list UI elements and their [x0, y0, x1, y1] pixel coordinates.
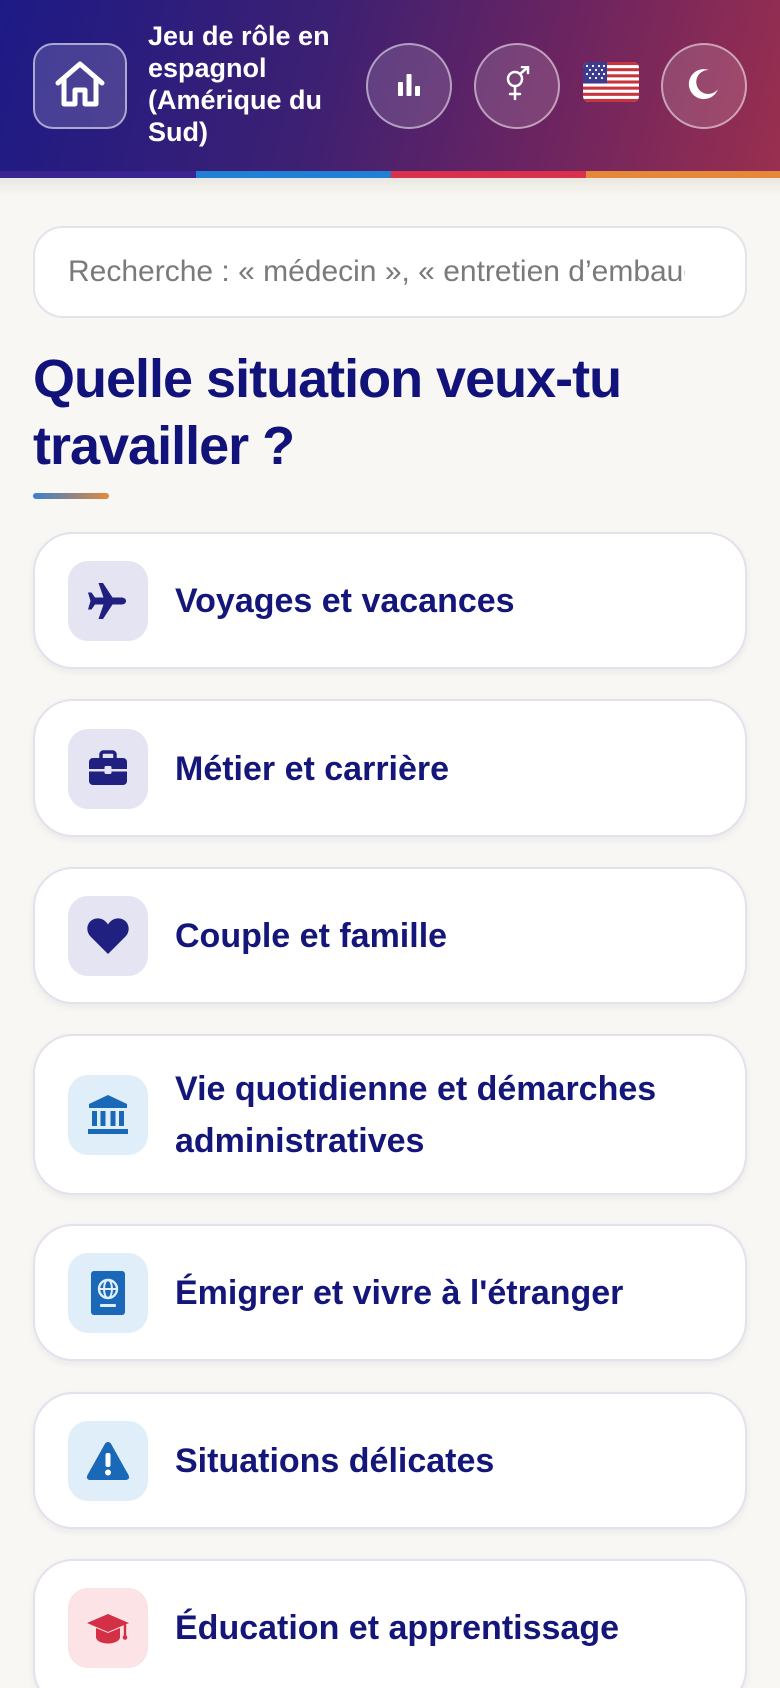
header-shadow — [0, 178, 780, 196]
stats-button[interactable] — [366, 43, 452, 129]
warning-icon — [86, 1442, 130, 1480]
category-card-delicate[interactable]: Situations délicates — [33, 1392, 747, 1529]
gender-icon — [502, 65, 532, 107]
category-label: Voyages et vacances — [175, 582, 515, 620]
category-label: Situations délicates — [175, 1442, 495, 1480]
category-card-daily-life[interactable]: Vie quotidienne et démarches administrat… — [33, 1034, 747, 1195]
icon-box — [68, 1421, 148, 1501]
icon-box — [68, 561, 148, 641]
category-card-career[interactable]: Métier et carrière — [33, 699, 747, 837]
category-label: Métier et carrière — [175, 750, 450, 788]
icon-box — [68, 896, 148, 976]
passport-icon — [91, 1271, 125, 1315]
title-underline — [33, 493, 109, 499]
header-stripe — [196, 171, 391, 178]
app-title: Jeu de rôle en espagnol (Amérique du Sud… — [148, 21, 330, 147]
category-card-emigrate[interactable]: Émigrer et vivre à l'étranger — [33, 1224, 747, 1361]
header-stripe — [391, 171, 586, 178]
category-label: Couple et famille — [175, 917, 448, 955]
airplane-icon — [88, 583, 126, 619]
theme-toggle-button[interactable] — [661, 43, 747, 129]
graduation-cap-icon — [87, 1614, 129, 1644]
category-card-family[interactable]: Couple et famille — [33, 867, 747, 1004]
category-card-education[interactable]: Éducation et apprentissage — [33, 1559, 747, 1688]
home-icon — [53, 59, 107, 114]
icon-box — [68, 729, 148, 809]
header-stripe — [586, 171, 780, 178]
icon-box — [68, 1253, 148, 1333]
moon-icon — [687, 67, 721, 106]
category-label: Émigrer et vivre à l'étranger — [175, 1274, 624, 1312]
home-button[interactable] — [33, 43, 127, 129]
language-flag-us[interactable] — [583, 62, 639, 102]
category-card-travel[interactable]: Voyages et vacances — [33, 532, 747, 669]
heart-icon — [87, 918, 129, 954]
header-stripe — [0, 171, 196, 178]
us-flag-icon — [583, 62, 639, 102]
category-label: Éducation et apprentissage — [175, 1609, 619, 1647]
gender-button[interactable] — [474, 43, 560, 129]
search-input[interactable] — [33, 226, 747, 318]
page-title: Quelle situation veux-tu travailler ? — [33, 349, 622, 476]
bar-chart-icon — [396, 72, 422, 101]
bank-icon — [88, 1095, 128, 1134]
briefcase-icon — [89, 750, 127, 785]
category-label: Vie quotidienne et démarches administrat… — [175, 1070, 657, 1160]
icon-box — [68, 1588, 148, 1668]
icon-box — [68, 1075, 148, 1155]
